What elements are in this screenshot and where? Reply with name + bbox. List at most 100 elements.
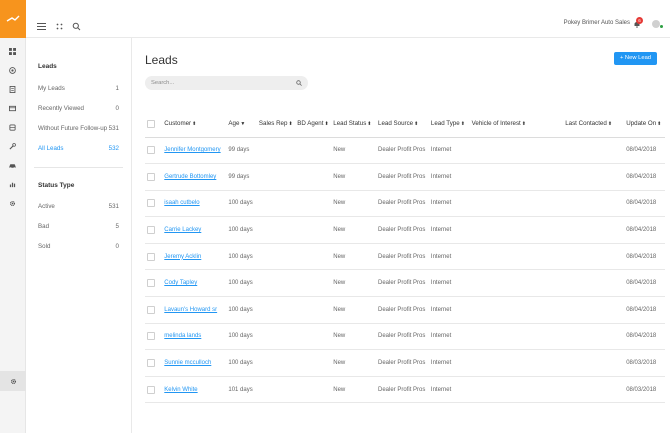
table-row[interactable]: Jennifer Montgomery 99 days New Dealer Prof… <box>145 137 665 165</box>
nav-messages[interactable] <box>0 99 25 118</box>
sales-rep-cell <box>256 269 296 298</box>
hamburger-icon <box>37 23 46 30</box>
lead-source-cell: Dealer Profit Pros <box>376 190 429 218</box>
row-checkbox[interactable] <box>147 146 155 155</box>
vehicle-cell <box>469 243 564 271</box>
customer-link[interactable]: Jeremy Acklin <box>164 254 201 260</box>
customer-link[interactable]: Gertrude Bottomley <box>164 174 216 180</box>
vehicle-cell <box>469 376 564 404</box>
hamburger-menu-button[interactable] <box>37 22 46 31</box>
sales-rep-cell <box>256 163 296 191</box>
filter-all-leads[interactable]: All Leads 532 <box>38 145 119 152</box>
dealer-name[interactable]: Pokey Brimer Auto Sales <box>564 20 630 26</box>
update-on-cell: 08/04/2018 <box>624 163 665 191</box>
row-checkbox[interactable] <box>147 279 155 288</box>
rail-bottom-settings[interactable] <box>0 371 26 391</box>
card-icon <box>9 105 16 112</box>
row-checkbox[interactable] <box>147 385 155 394</box>
table-row[interactable]: Sunnie mcculloch 100 days New Dealer Profit… <box>145 349 665 377</box>
update-on-cell: 08/04/2018 <box>624 216 665 244</box>
last-contacted-cell <box>563 296 625 324</box>
nav-documents[interactable] <box>0 80 25 99</box>
nav-settings[interactable] <box>0 194 25 213</box>
age-cell: 100 days <box>226 243 257 271</box>
customer-link[interactable]: Lavaun's Howard sr <box>164 307 217 313</box>
last-contacted-cell <box>563 349 625 377</box>
row-checkbox[interactable] <box>147 359 155 368</box>
filter-label: My Leads <box>38 85 65 92</box>
customer-link[interactable]: Cody Tapley <box>164 280 197 286</box>
filter-status-sold[interactable]: Sold 0 <box>38 243 119 250</box>
customer-cell: Gertrude Bottomley <box>162 163 227 191</box>
nav-dashboard[interactable] <box>0 42 25 61</box>
update-on-cell: 08/04/2018 <box>624 323 665 351</box>
lead-type-cell: Internet <box>428 269 470 298</box>
lead-type-cell: Internet <box>428 296 470 324</box>
filter-my-leads[interactable]: My Leads 1 <box>38 85 119 92</box>
table-row[interactable]: Cody Tapley 100 days New Dealer Profit Pros… <box>145 269 665 298</box>
row-checkbox[interactable] <box>147 199 155 208</box>
user-avatar[interactable] <box>652 20 660 28</box>
icon-rail <box>0 0 26 433</box>
customer-link[interactable]: Jennifer Montgomery <box>164 147 220 153</box>
new-lead-button[interactable]: + New Lead <box>614 52 657 65</box>
bd-agent-cell <box>295 190 332 218</box>
page-title: Leads <box>145 53 178 67</box>
update-on-cell: 08/03/2018 <box>624 376 665 404</box>
filter-label: All Leads <box>38 145 64 152</box>
search-input[interactable] <box>151 78 291 88</box>
nav-tools[interactable] <box>0 137 25 156</box>
filter-status-bad[interactable]: Bad 5 <box>38 223 119 230</box>
col-update-on[interactable]: Update On⬍ <box>624 111 665 138</box>
table-row[interactable]: Jeremy Acklin 100 days New Dealer Profit Pr… <box>145 243 665 271</box>
global-search-button[interactable] <box>72 22 81 31</box>
nav-vehicles[interactable] <box>0 156 25 175</box>
table-row[interactable]: Kelvin White 101 days New Dealer Profit Pro… <box>145 376 665 404</box>
customer-cell: Carrie Lackey <box>162 216 227 244</box>
table-row[interactable]: Carrie Lackey 100 days New Dealer Profit Pr… <box>145 216 665 244</box>
col-sales-rep[interactable]: Sales Rep⬍ <box>256 111 296 138</box>
row-checkbox[interactable] <box>147 172 155 181</box>
nav-leads[interactable] <box>0 61 25 80</box>
customer-link[interactable]: Sunnie mcculloch <box>164 360 211 366</box>
lead-source-cell: Dealer Profit Pros <box>376 269 429 298</box>
age-cell: 100 days <box>226 269 257 298</box>
lead-type-cell: Internet <box>428 243 470 271</box>
col-lead-type[interactable]: Lead Type⬍ <box>428 111 470 138</box>
search-submit[interactable] <box>296 80 302 86</box>
table-row[interactable]: isaah cutbelo 100 days New Dealer Profit Pr… <box>145 190 665 218</box>
filter-without-follow-up[interactable]: Without Future Follow-up 531 <box>38 125 119 132</box>
age-cell: 100 days <box>226 190 257 218</box>
customer-link[interactable]: melinda lands <box>164 333 201 339</box>
row-checkbox[interactable] <box>147 226 155 235</box>
select-all-checkbox[interactable] <box>147 119 155 128</box>
col-vehicle-of-interest[interactable]: Vehicle of Interest⬍ <box>469 111 564 138</box>
col-customer[interactable]: Customer⬍ <box>162 111 227 138</box>
nav-reports[interactable] <box>0 175 25 194</box>
customer-cell: melinda lands <box>162 323 227 351</box>
table-row[interactable]: Lavaun's Howard sr 100 days New Dealer Prof… <box>145 296 665 324</box>
row-checkbox[interactable] <box>147 305 155 314</box>
filter-status-active[interactable]: Active 531 <box>38 203 119 210</box>
customer-link[interactable]: Carrie Lackey <box>164 227 201 233</box>
vehicle-cell <box>469 323 564 351</box>
col-last-contacted[interactable]: Last Contacted⬍ <box>563 111 625 138</box>
nav-inventory[interactable] <box>0 118 25 137</box>
col-lead-source[interactable]: Lead Source⬍ <box>376 111 429 138</box>
row-checkbox[interactable] <box>147 252 155 261</box>
leads-table: Customer⬍ Age▼ Sales Rep⬍ BD Agent⬍ Lead… <box>145 111 665 404</box>
vehicle-cell <box>469 349 564 377</box>
col-age[interactable]: Age▼ <box>226 111 257 138</box>
table-row[interactable]: Gertrude Bottomley 99 days New Dealer Profi… <box>145 163 665 191</box>
apps-button[interactable] <box>55 22 64 31</box>
customer-link[interactable]: Kelvin White <box>164 387 197 393</box>
row-checkbox[interactable] <box>147 332 155 341</box>
customer-link[interactable]: isaah cutbelo <box>164 200 199 206</box>
sales-rep-cell <box>256 323 296 351</box>
app-logo[interactable] <box>0 0 26 38</box>
last-contacted-cell <box>563 323 625 351</box>
filter-recently-viewed[interactable]: Recently Viewed 0 <box>38 105 119 112</box>
col-bd-agent[interactable]: BD Agent⬍ <box>295 111 332 138</box>
col-lead-status[interactable]: Lead Status⬍ <box>331 111 377 138</box>
table-row[interactable]: melinda lands 100 days New Dealer Profit Pr… <box>145 323 665 351</box>
